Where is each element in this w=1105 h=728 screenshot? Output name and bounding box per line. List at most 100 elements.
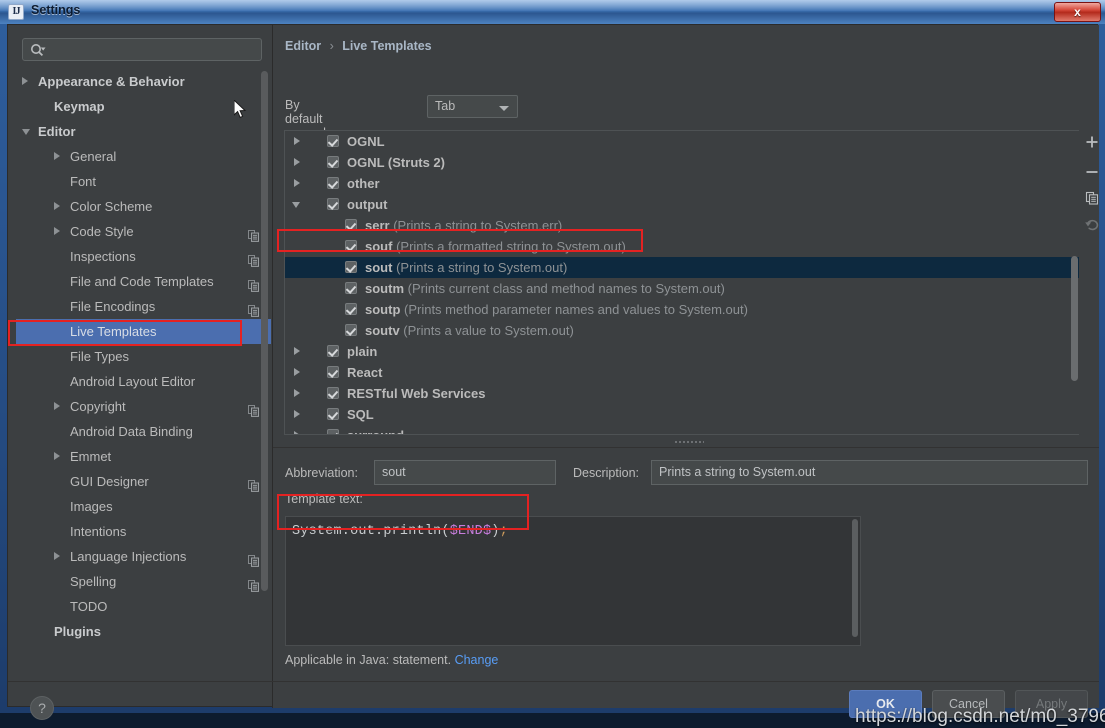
template-checkbox[interactable] [327,135,339,147]
sidebar-item-file-and-code-templates[interactable]: File and Code Templates [16,269,271,294]
duplicate-template-button[interactable] [1084,190,1105,212]
sidebar-item-language-injections[interactable]: Language Injections [16,544,271,569]
template-row-other[interactable]: other [285,173,1079,194]
copy-settings-icon[interactable] [248,475,259,492]
sidebar-item-appearance-behavior[interactable]: Appearance & Behavior [16,69,271,94]
template-checkbox[interactable] [345,219,357,231]
template-row-plain[interactable]: plain [285,341,1079,362]
sidebar-item-intentions[interactable]: Intentions [16,519,271,544]
copy-settings-icon[interactable] [248,550,259,567]
chevron-right-icon[interactable] [294,158,300,166]
sidebar-tree[interactable]: Appearance & Behavior Keymap Editor General… [16,69,271,647]
copy-settings-icon[interactable] [248,400,259,417]
live-templates-tree[interactable]: OGNL OGNL (Struts 2) other output serr (Prin… [285,131,1079,434]
horizontal-splitter[interactable] [284,437,1079,447]
search-box[interactable] [22,38,262,61]
chevron-right-icon[interactable] [294,347,300,355]
sidebar-scrollbar-thumb[interactable] [261,71,268,591]
description-input[interactable]: Prints a string to System.out [651,460,1088,485]
template-row-soutp[interactable]: soutp (Prints method parameter names and… [285,299,1079,320]
chevron-right-icon[interactable] [294,179,300,187]
sidebar-item-gui-designer[interactable]: GUI Designer [16,469,271,494]
abbreviation-input[interactable]: sout [374,460,556,485]
copy-settings-icon[interactable] [248,275,259,292]
template-row-soutv[interactable]: soutv (Prints a value to System.out) [285,320,1079,341]
template-row-output[interactable]: output [285,194,1079,215]
chevron-right-icon[interactable] [294,389,300,397]
template-text-scrollbar[interactable] [852,519,859,645]
copy-settings-icon[interactable] [248,225,259,242]
search-input[interactable] [53,41,253,59]
template-row-ognl-struts-2[interactable]: OGNL (Struts 2) [285,152,1079,173]
template-checkbox[interactable] [345,240,357,252]
chevron-right-icon[interactable] [54,152,60,160]
template-checkbox[interactable] [345,303,357,315]
template-row-souf[interactable]: souf (Prints a formatted string to Syste… [285,236,1079,257]
chevron-right-icon[interactable] [54,452,60,460]
template-row-ognl[interactable]: OGNL [285,131,1079,152]
copy-settings-icon[interactable] [248,250,259,267]
sidebar-item-copyright[interactable]: Copyright [16,394,271,419]
template-row-react[interactable]: React [285,362,1079,383]
chevron-right-icon[interactable] [54,202,60,210]
template-checkbox[interactable] [327,429,339,434]
template-text-editor[interactable]: System.out.println($END$); [285,516,861,646]
chevron-right-icon[interactable] [294,137,300,145]
template-row-restful-web-services[interactable]: RESTful Web Services [285,383,1079,404]
template-checkbox[interactable] [327,177,339,189]
add-template-button[interactable] [1084,134,1105,156]
copy-settings-icon[interactable] [248,300,259,317]
template-row-sout[interactable]: sout (Prints a string to System.out) [285,257,1079,278]
template-checkbox[interactable] [327,387,339,399]
chevron-right-icon[interactable] [294,410,300,418]
sidebar-item-file-encodings[interactable]: File Encodings [16,294,271,319]
chevron-down-icon[interactable] [22,129,30,139]
template-checkbox[interactable] [327,366,339,378]
templates-scrollbar-thumb[interactable] [1071,256,1078,381]
chevron-down-icon[interactable] [292,202,300,212]
chevron-right-icon[interactable] [294,431,300,434]
sidebar-item-code-style[interactable]: Code Style [16,219,271,244]
sidebar-item-spelling[interactable]: Spelling [16,569,271,594]
chevron-right-icon[interactable] [54,402,60,410]
sidebar-item-inspections[interactable]: Inspections [16,244,271,269]
remove-template-button[interactable] [1084,164,1105,186]
chevron-right-icon[interactable] [54,227,60,235]
sidebar-item-plugins[interactable]: Plugins [16,619,271,644]
change-context-link[interactable]: Change [455,653,499,667]
template-checkbox[interactable] [327,156,339,168]
help-button[interactable]: ? [30,696,54,720]
template-checkbox[interactable] [327,408,339,420]
template-checkbox[interactable] [327,345,339,357]
chevron-right-icon[interactable] [54,552,60,560]
sidebar-item-emmet[interactable]: Emmet [16,444,271,469]
template-row-soutm[interactable]: soutm (Prints current class and method n… [285,278,1079,299]
sidebar-item-font[interactable]: Font [16,169,271,194]
chevron-right-icon[interactable] [22,77,28,85]
template-checkbox[interactable] [327,198,339,210]
chevron-right-icon[interactable] [294,368,300,376]
sidebar-item-general[interactable]: General [16,144,271,169]
template-checkbox[interactable] [345,282,357,294]
sidebar-item-version-control[interactable]: Version Control [16,644,271,647]
template-checkbox[interactable] [345,324,357,336]
template-row-serr[interactable]: serr (Prints a string to System.err) [285,215,1079,236]
template-text-scrollbar-thumb[interactable] [852,519,858,637]
sidebar-item-live-templates[interactable]: Live Templates [16,319,271,344]
close-icon[interactable]: x [1054,2,1101,22]
breadcrumb-root[interactable]: Editor [285,39,321,53]
sidebar-item-keymap[interactable]: Keymap [16,94,271,119]
sidebar-item-editor[interactable]: Editor [16,119,271,144]
template-row-sql[interactable]: SQL [285,404,1079,425]
sidebar-item-file-types[interactable]: File Types [16,344,271,369]
template-row-surround[interactable]: surround [285,425,1079,434]
templates-scrollbar[interactable] [1070,131,1079,434]
sidebar-item-color-scheme[interactable]: Color Scheme [16,194,271,219]
default-expand-select[interactable]: Tab [427,95,518,118]
sidebar-item-images[interactable]: Images [16,494,271,519]
sidebar-item-android-layout-editor[interactable]: Android Layout Editor [16,369,271,394]
template-checkbox[interactable] [345,261,357,273]
sidebar-item-android-data-binding[interactable]: Android Data Binding [16,419,271,444]
copy-settings-icon[interactable] [248,575,259,592]
restore-defaults-button[interactable] [1084,216,1105,238]
